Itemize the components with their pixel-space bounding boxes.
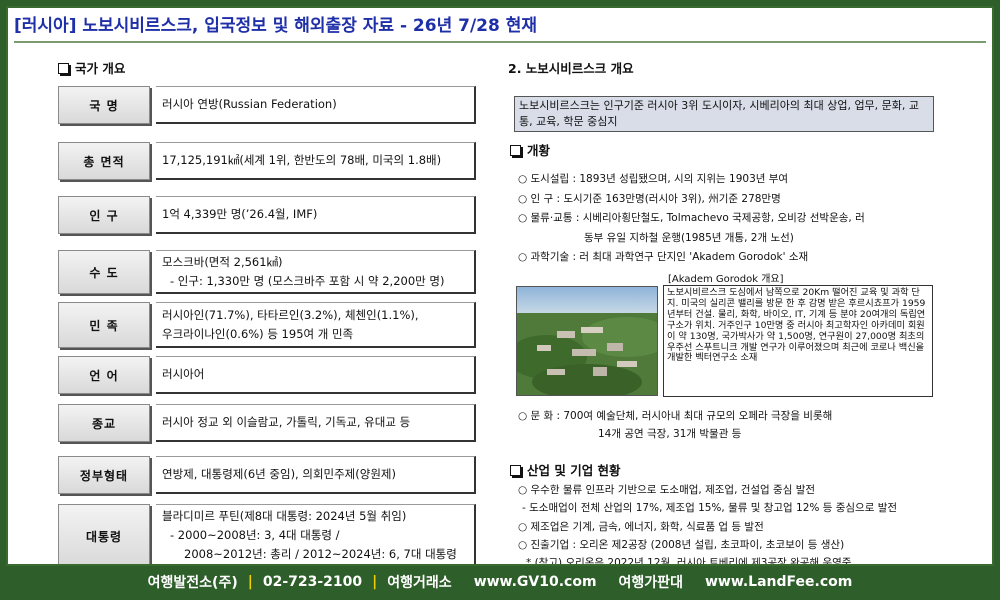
info-row: 종교 러시아 정교 외 이슬람교, 가톨릭, 기독교, 유대교 등	[58, 404, 476, 442]
text-line: ○ 인 구 : 도시기준 163만명(러시아 3위), 州기준 278만명	[518, 192, 781, 205]
title-divider	[14, 41, 986, 43]
section-country-overview-label: 국가 개요	[75, 61, 126, 76]
footer-label-newsstand: 여행가판대	[618, 575, 683, 591]
text-line: ○ 도시설립 : 1893년 성립됐으며, 시의 지위는 1903년 부여	[518, 173, 789, 185]
info-row: 인 구 1억 4,339만 명(’26.4월, IMF)	[58, 196, 476, 234]
info-row-value-line: 러시아인(71.7%), 타타르인(3.2%), 체첸인(1.1%),	[162, 307, 419, 322]
info-row-label: 수 도	[58, 250, 150, 294]
info-row-value: 블라디미르 푸틴(제8대 대통령: 2024년 5월 취임) - 2000~200…	[156, 504, 476, 564]
info-row-value-line: - 2000~2008년: 3, 4대 대통령 /	[170, 528, 340, 542]
info-row-label: 국 명	[58, 86, 150, 124]
text-line: ○ 우수한 물류 인프라 기반으로 도소매업, 제조업, 건설업 중심 발전	[518, 484, 816, 496]
info-row-value-line: 러시아 연방(Russian Federation)	[162, 97, 337, 111]
info-row-value-line: 1억 4,339만 명(’26.4월, IMF)	[162, 207, 318, 221]
checkbox-square-icon	[510, 465, 521, 476]
text-line: ○ 과학기술 : 러 최대 과학연구 단지인 'Akadem Gorodok' …	[518, 251, 809, 263]
footer-company: 여행발전소(주)	[147, 575, 238, 591]
section-industry: 산업 및 기업 현황	[510, 460, 621, 479]
info-row-value: 러시아어	[156, 356, 476, 394]
footer-phone: 02-723-2100	[262, 574, 363, 590]
section-country-overview: 국가 개요	[58, 58, 125, 77]
info-row-value-line: 2008~2012년: 총리 / 2012~2024년: 6, 7대 대통령	[184, 547, 457, 561]
info-row-value: 러시아 연방(Russian Federation)	[156, 86, 476, 124]
info-row-value-line: 우크라이나인(0.6%) 등 195여 개 민족	[162, 326, 354, 341]
footer-link-landfee[interactable]: www.LandFee.com	[705, 574, 852, 590]
info-row-value-line: 연방제, 대통령제(6년 중임), 의회민주제(양원제)	[162, 467, 396, 481]
checkbox-square-icon	[58, 63, 69, 74]
info-row-value-line: 러시아어	[162, 367, 205, 381]
info-row-label: 민 족	[58, 302, 150, 348]
text-line: ○ 문 화 : 700여 예술단체, 러시아내 최대 규모의 오페라 극장을 비…	[518, 410, 833, 422]
info-row-value: 러시아 정교 외 이슬람교, 가톨릭, 기독교, 유대교 등	[156, 404, 476, 442]
footer-label-exchange: 여행거래소	[387, 575, 452, 591]
text-line: * (참고) 오리온은 2022년 12월, 러시아 트베리에 제3공장 완공해…	[526, 557, 852, 566]
info-row: 수 도 모스크바(면적 2,561㎢) - 인구: 1,330만 명 (모스크바주 …	[58, 250, 476, 294]
footer-separator: |	[372, 574, 378, 590]
section-city-overview: 2. 노보시비르스크 개요	[508, 61, 634, 76]
info-row: 총 면적 17,125,191㎢(세계 1위, 한반도의 78배, 미국의 1.8…	[58, 142, 476, 180]
page-title: [러시아] 노보시비르스크, 입국정보 및 해외출장 자료 - 26년 7/28…	[14, 16, 538, 36]
akadem-caption: [Akadem Gorodok 개요]	[668, 274, 784, 285]
info-row-value-line: 17,125,191㎢(세계 1위, 한반도의 78배, 미국의 1.8배)	[162, 153, 442, 167]
info-row: 국 명 러시아 연방(Russian Federation)	[58, 86, 476, 124]
footer-bar: 여행발전소(주) | 02-723-2100 | 여행거래소 www.GV10.…	[0, 568, 1000, 596]
info-row-value-line: 러시아 정교 외 이슬람교, 가톨릭, 기독교, 유대교 등	[162, 415, 411, 429]
footer-link-gv10[interactable]: www.GV10.com	[474, 574, 597, 590]
section-industry-label: 산업 및 기업 현황	[527, 463, 621, 478]
footer-separator: |	[247, 574, 253, 590]
info-row-value-line: - 인구: 1,330만 명 (모스크바주 포함 시 약 2,200만 명)	[170, 273, 445, 288]
section-general-label: 개황	[527, 143, 551, 158]
text-line: ○ 물류·교통 : 시베리아횡단철도, Tolmachevo 국제공항, 오비강…	[518, 212, 865, 224]
text-line: 14개 공연 극장, 31개 박물관 등	[598, 428, 742, 440]
info-row-value-line: 블라디미르 푸틴(제8대 대통령: 2024년 5월 취임)	[162, 509, 407, 523]
city-intro-box: 노보시비르스크는 인구기준 러시아 3위 도시이자, 시베리아의 최대 상업, …	[514, 96, 934, 132]
info-row-label: 대통령	[58, 504, 150, 564]
info-row-label: 총 면적	[58, 142, 150, 180]
info-row: 정부형태 연방제, 대통령제(6년 중임), 의회민주제(양원제)	[58, 456, 476, 494]
info-row: 언 어 러시아어	[58, 356, 476, 394]
info-row-value: 1억 4,339만 명(’26.4월, IMF)	[156, 196, 476, 234]
akadem-description: 노보시비르스크 도심에서 남쪽으로 20Km 떨어진 교육 및 과학 단지. 미…	[663, 285, 933, 397]
document-page: [러시아] 노보시비르스크, 입국정보 및 해외출장 자료 - 26년 7/28…	[6, 6, 994, 566]
info-row-label: 인 구	[58, 196, 150, 234]
info-row-value: 17,125,191㎢(세계 1위, 한반도의 78배, 미국의 1.8배)	[156, 142, 476, 180]
info-row-label: 종교	[58, 404, 150, 442]
text-line: ○ 진출기업 : 오리온 제2공장 (2008년 설립, 초코파이, 초코보이 …	[518, 538, 845, 551]
text-line: ○ 제조업은 기계, 금속, 에너지, 화학, 식료품 업 등 발전	[518, 520, 764, 533]
text-line: - 도소매업이 전체 산업의 17%, 제조업 15%, 물류 및 창고업 12…	[522, 502, 898, 515]
info-row: 민 족 러시아인(71.7%), 타타르인(3.2%), 체첸인(1.1%), 우크…	[58, 302, 476, 348]
info-row-value: 연방제, 대통령제(6년 중임), 의회민주제(양원제)	[156, 456, 476, 494]
section-general: 개황	[510, 140, 550, 159]
text-line: 동부 유일 지하철 운행(1985년 개통, 2개 노선)	[584, 231, 794, 244]
info-row-label: 정부형태	[58, 456, 150, 494]
info-row-value: 러시아인(71.7%), 타타르인(3.2%), 체첸인(1.1%), 우크라이나…	[156, 302, 476, 348]
info-row-label: 언 어	[58, 356, 150, 394]
info-row-value-line: 모스크바(면적 2,561㎢)	[162, 254, 283, 269]
info-row-value: 모스크바(면적 2,561㎢) - 인구: 1,330만 명 (모스크바주 포함 …	[156, 250, 476, 294]
akadem-photo	[516, 286, 658, 396]
checkbox-square-icon	[510, 145, 521, 156]
info-row: 대통령 블라디미르 푸틴(제8대 대통령: 2024년 5월 취임) - 2000~…	[58, 504, 476, 564]
